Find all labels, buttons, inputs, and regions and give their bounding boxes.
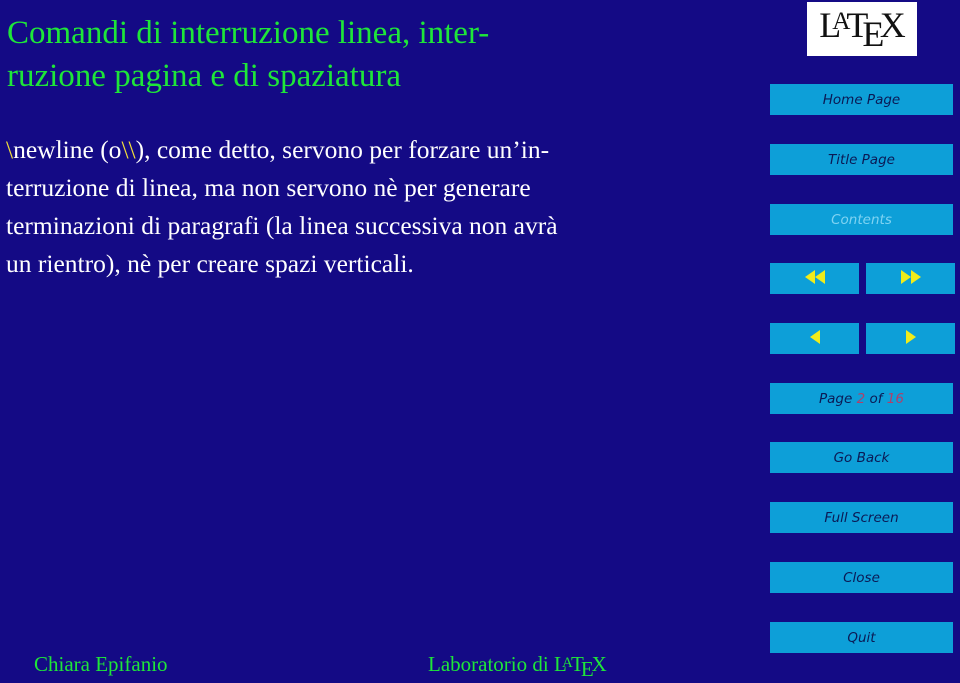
double-right-arrow-icon (900, 269, 921, 288)
button-label: Contents (831, 211, 892, 228)
latex-wordmark: LATEX (554, 652, 607, 681)
body-line: \newline (o\\), come detto, servono per … (6, 131, 686, 169)
footer-course: Laboratorio di LATEX (428, 652, 607, 682)
full-screen-button[interactable]: Full Screen (770, 502, 953, 533)
slide-title-line: ruzione pagina e di spaziatura (7, 58, 401, 94)
double-left-arrow-icon (804, 269, 825, 288)
course-prefix: Laboratorio di (428, 652, 549, 676)
button-label: Go Back (833, 449, 890, 466)
latex-logo: LATEX (807, 2, 917, 56)
left-arrow-icon (809, 329, 820, 348)
latex-logo-text: LATEX (819, 4, 906, 55)
page-of: of (869, 390, 883, 407)
button-label: Close (843, 569, 880, 586)
right-arrow-icon (905, 329, 916, 348)
page-indicator: Page 2 of 16 (770, 383, 953, 414)
home-page-button[interactable]: Home Page (770, 84, 953, 115)
previous-page-button[interactable] (770, 323, 859, 354)
page-current: 2 (856, 390, 866, 407)
next-page-button[interactable] (866, 323, 955, 354)
last-page-button[interactable] (866, 263, 955, 294)
body-line: terminazioni di paragrafi (la linea succ… (6, 211, 558, 240)
slide-title: Comandi di interruzione linea, inter- ru… (7, 12, 687, 98)
page-total: 16 (886, 390, 904, 407)
logo-letter: X (591, 652, 607, 676)
body-text-segment: newline (o (13, 135, 122, 164)
button-label: Quit (847, 629, 876, 646)
body-line: terruzione di linea, ma non servono nè p… (6, 173, 531, 202)
button-label: Title Page (828, 151, 895, 168)
logo-letter: X (879, 4, 906, 45)
button-label: Full Screen (824, 509, 899, 526)
contents-button[interactable]: Contents (770, 204, 953, 235)
slide-title-line: Comandi di interruzione linea, inter- (7, 15, 490, 51)
footer-author: Chiara Epifanio (34, 652, 168, 676)
first-page-button[interactable] (770, 263, 859, 294)
body-line: un rientro), nè per creare spazi vertica… (6, 249, 414, 278)
body-text-segment: ), come detto, servono per forzare un’in… (135, 135, 550, 164)
close-button[interactable]: Close (770, 562, 953, 593)
quit-button[interactable]: Quit (770, 622, 953, 653)
slide-body: \newline (o\\), come detto, servono per … (6, 131, 686, 283)
title-page-button[interactable]: Title Page (770, 144, 953, 175)
page-label: Page (819, 390, 853, 407)
double-backslash: \\ (121, 135, 136, 164)
go-back-button[interactable]: Go Back (770, 442, 953, 473)
button-label: Home Page (822, 91, 901, 108)
